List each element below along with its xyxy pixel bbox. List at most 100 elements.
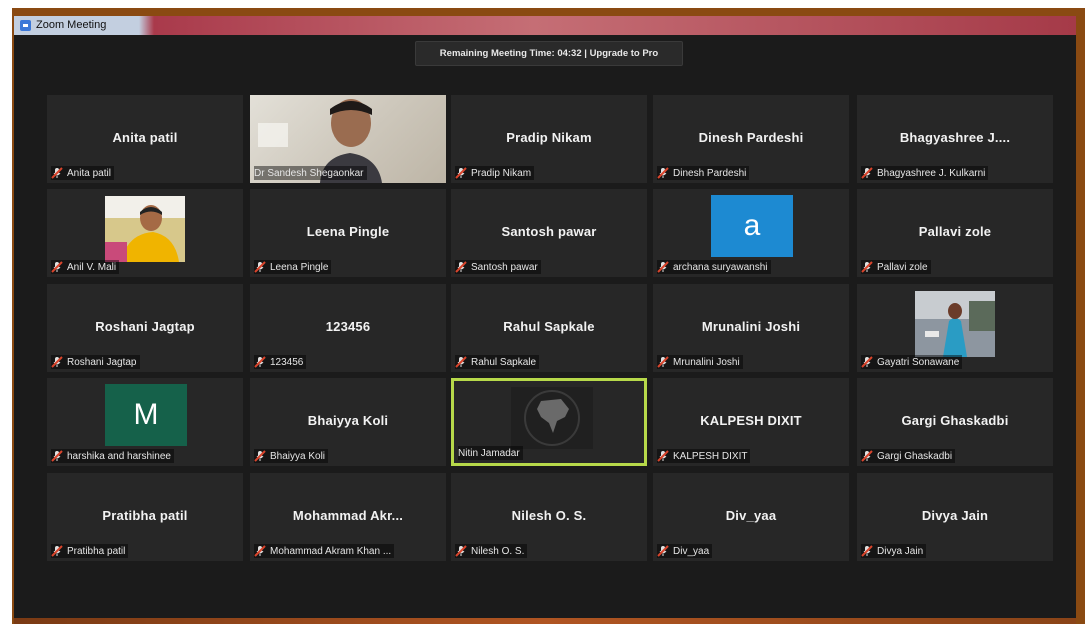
muted-mic-icon: [861, 167, 873, 179]
muted-mic-icon: [51, 356, 63, 368]
participant-label-text: Bhaiyya Koli: [270, 450, 326, 462]
participant-display-name: Div_yaa: [725, 508, 777, 523]
muted-mic-icon: [657, 450, 669, 462]
participant-tile-dr-sandesh-shegaonkar[interactable]: Dr Sandesh Shegaonkar: [250, 95, 446, 183]
muted-mic-icon: [254, 545, 266, 557]
participant-tile-pradip-nikam[interactable]: Pradip Nikam Pradip Nikam: [451, 95, 647, 183]
participant-display-name: Gargi Ghaskadbi: [901, 413, 1009, 428]
participant-tile-anita-patil[interactable]: Anita patil Anita patil: [47, 95, 243, 183]
muted-mic-icon: [254, 356, 266, 368]
participant-label-text: Nilesh O. S.: [471, 545, 525, 557]
participant-tile-mrunalini-joshi[interactable]: Mrunalini Joshi Mrunalini Joshi: [653, 284, 849, 372]
participant-tile-gargi-ghaskadbi[interactable]: Gargi Ghaskadbi Gargi Ghaskadbi: [857, 378, 1053, 466]
muted-mic-icon: [861, 356, 873, 368]
participant-tile-div-yaa[interactable]: Div_yaa Div_yaa: [653, 473, 849, 561]
participant-display-name: Mrunalini Joshi: [701, 319, 801, 334]
participant-display-name: Mohammad Akr...: [292, 508, 404, 523]
muted-mic-icon: [51, 545, 63, 557]
participant-name-label: harshika and harshinee: [51, 449, 174, 463]
muted-mic-icon: [51, 167, 63, 179]
participant-tile-bhaiyya-koli[interactable]: Bhaiyya Koli Bhaiyya Koli: [250, 378, 446, 466]
participant-tile-pallavi-zole[interactable]: Pallavi zole Pallavi zole: [857, 189, 1053, 277]
participant-label-text: Gargi Ghaskadbi: [877, 450, 953, 462]
participant-tile-divya-jain[interactable]: Divya Jain Divya Jain: [857, 473, 1053, 561]
participant-name-label: Mohammad Akram Khan ...: [254, 544, 395, 558]
participant-label-text: Santosh pawar: [471, 261, 538, 273]
participant-tile-123456[interactable]: 123456 123456: [250, 284, 446, 372]
participant-name-label: Dr Sandesh Shegaonkar: [254, 166, 367, 180]
participant-name-label: Anita patil: [51, 166, 114, 180]
participant-name-label: Gayatri Sonawane: [861, 355, 963, 369]
participant-tile-pratibha-patil[interactable]: Pratibha patil Pratibha patil: [47, 473, 243, 561]
participant-display-name: Rahul Sapkale: [503, 319, 595, 334]
participant-label-text: archana suryawanshi: [673, 261, 768, 273]
participant-display-name: Pradip Nikam: [506, 130, 592, 145]
muted-mic-icon: [861, 545, 873, 557]
participant-label-text: Divya Jain: [877, 545, 924, 557]
participant-display-name: Leena Pingle: [306, 224, 390, 239]
participant-tile-anil-v-mali[interactable]: Anil V. Mali: [47, 189, 243, 277]
participant-display-name: Roshani Jagtap: [95, 319, 195, 334]
participant-display-name: Pratibha patil: [102, 508, 188, 523]
participant-tile-gayatri-sonawane[interactable]: Gayatri Sonawane: [857, 284, 1053, 372]
participant-tile-nitin-jamadar[interactable]: Nitin Jamadar: [451, 378, 647, 466]
muted-mic-icon: [51, 261, 63, 273]
zoom-meeting-window: Zoom Meeting Remaining Meeting Time: 04:…: [14, 16, 1076, 624]
bottom-strip: [14, 618, 1076, 624]
participant-label-text: Pradip Nikam: [471, 167, 532, 179]
muted-mic-icon: [254, 261, 266, 273]
participant-display-name: Divya Jain: [921, 508, 989, 523]
participant-label-text: Anita patil: [67, 167, 111, 179]
muted-mic-icon: [51, 450, 63, 462]
participant-name-label: Gargi Ghaskadbi: [861, 449, 956, 463]
muted-mic-icon: [455, 261, 467, 273]
participant-label-text: Mohammad Akram Khan ...: [270, 545, 392, 557]
title-bar[interactable]: Zoom Meeting: [14, 16, 1076, 35]
muted-mic-icon: [657, 261, 669, 273]
participant-name-label: Rahul Sapkale: [455, 355, 540, 369]
participant-name-label: Pradip Nikam: [455, 166, 535, 180]
participant-tile-bhagyashree-j-kulkarni[interactable]: Bhagyashree J.... Bhagyashree J. Kulkarni: [857, 95, 1053, 183]
avatar: M: [105, 384, 187, 446]
participant-name-label: Dinesh Pardeshi: [657, 166, 750, 180]
participant-tile-kalpesh-dixit[interactable]: KALPESH DIXIT KALPESH DIXIT: [653, 378, 849, 466]
participant-display-name: Bhagyashree J....: [899, 130, 1011, 145]
meeting-time-banner[interactable]: Remaining Meeting Time: 04:32 | Upgrade …: [415, 41, 683, 66]
muted-mic-icon: [254, 450, 266, 462]
participant-tile-archana-suryawanshi[interactable]: a archana suryawanshi: [653, 189, 849, 277]
participant-display-name: Anita patil: [112, 130, 178, 145]
profile-picture: [511, 387, 593, 449]
participant-tile-leena-pingle[interactable]: Leena Pingle Leena Pingle: [250, 189, 446, 277]
participant-label-text: KALPESH DIXIT: [673, 450, 748, 462]
participant-name-label: 123456: [254, 355, 307, 369]
participant-label-text: Mrunalini Joshi: [673, 356, 740, 368]
participant-display-name: Pallavi zole: [918, 224, 992, 239]
muted-mic-icon: [657, 167, 669, 179]
participant-tile-roshani-jagtap[interactable]: Roshani Jagtap Roshani Jagtap: [47, 284, 243, 372]
participant-display-name: Nilesh O. S.: [511, 508, 587, 523]
zoom-app-icon: [20, 20, 31, 31]
participant-tile-nilesh-o-s[interactable]: Nilesh O. S. Nilesh O. S.: [451, 473, 647, 561]
participant-label-text: Rahul Sapkale: [471, 356, 537, 368]
participant-tile-mohammad-akram-khan[interactable]: Mohammad Akr... Mohammad Akram Khan ...: [250, 473, 446, 561]
window-title: Zoom Meeting: [36, 19, 107, 31]
muted-mic-icon: [455, 167, 467, 179]
participant-tile-santosh-pawar[interactable]: Santosh pawar Santosh pawar: [451, 189, 647, 277]
participant-name-label: archana suryawanshi: [657, 260, 771, 274]
participant-label-text: Dinesh Pardeshi: [673, 167, 747, 179]
participant-tile-dinesh-pardeshi[interactable]: Dinesh Pardeshi Dinesh Pardeshi: [653, 95, 849, 183]
participant-display-name: 123456: [325, 319, 371, 334]
participant-label-text: Bhagyashree J. Kulkarni: [877, 167, 986, 179]
participant-name-label: Santosh pawar: [455, 260, 541, 274]
participant-label-text: 123456: [270, 356, 304, 368]
participant-label-text: Pallavi zole: [877, 261, 928, 273]
participant-label-text: harshika and harshinee: [67, 450, 171, 462]
participant-tile-harshika-and-harshinee[interactable]: Mharshika and harshinee: [47, 378, 243, 466]
participant-name-label: Leena Pingle: [254, 260, 332, 274]
participant-display-name: KALPESH DIXIT: [700, 413, 802, 428]
participant-name-label: Divya Jain: [861, 544, 927, 558]
participant-name-label: KALPESH DIXIT: [657, 449, 751, 463]
participant-label-text: Gayatri Sonawane: [877, 356, 960, 368]
participant-display-name: Bhaiyya Koli: [307, 413, 389, 428]
participant-tile-rahul-sapkale[interactable]: Rahul Sapkale Rahul Sapkale: [451, 284, 647, 372]
